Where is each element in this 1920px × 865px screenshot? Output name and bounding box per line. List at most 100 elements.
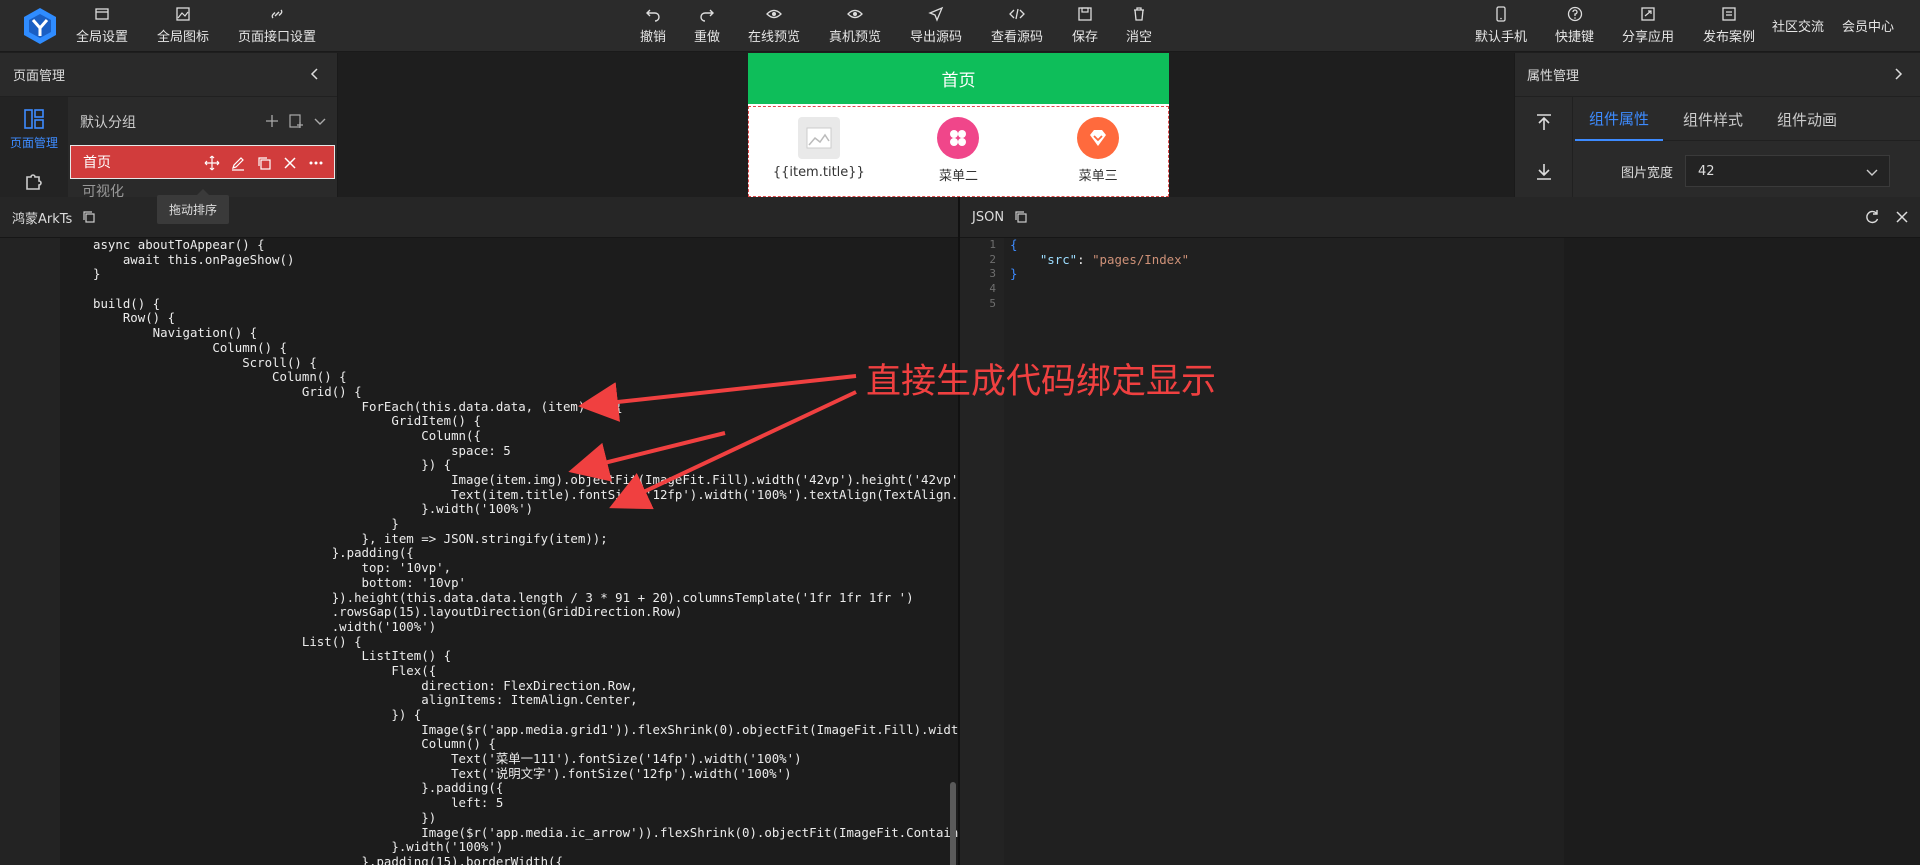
page-api-settings-button[interactable]: 页面接口设置 — [238, 6, 316, 48]
json-line: 4 — [989, 282, 1920, 297]
code-line: 156 top: '10vp', — [60, 560, 958, 576]
code-area[interactable]: 134async aboutToAppear() {135 await this… — [60, 238, 958, 865]
refresh-icon[interactable] — [1864, 209, 1880, 225]
code-line: 135 await this.onPageShow() — [60, 252, 958, 268]
json-code-area[interactable]: 1{2 "src": "pages/Index" 3} 4 5 — [989, 237, 1920, 865]
line-number-gutter — [0, 238, 60, 865]
line-number: 5 — [989, 296, 996, 310]
plus-icon[interactable] — [264, 113, 280, 129]
drag-sort-tooltip: 拖动排序 — [157, 189, 230, 224]
move-down-button[interactable] — [1515, 147, 1573, 197]
tab-component-style[interactable]: 组件样式 — [1669, 97, 1757, 141]
flower-icon — [937, 117, 980, 159]
json-text — [1004, 296, 1010, 311]
toolbar-label: 导出源码 — [910, 30, 963, 45]
code-line: 144 Grid() { — [60, 383, 958, 400]
share-app-button[interactable]: 分享应用 — [1622, 6, 1674, 48]
chevron-left-icon[interactable] — [307, 66, 323, 82]
code-text: }, item => JSON.stringify(item)); — [93, 530, 608, 546]
close-icon[interactable] — [282, 155, 298, 171]
line-number: 2 — [989, 252, 996, 266]
code-text: } — [93, 266, 101, 282]
default-phone-button[interactable]: 默认手机 — [1475, 6, 1527, 48]
grid-item[interactable]: {{item.title}} — [759, 117, 879, 196]
tab-component-props[interactable]: 组件属性 — [1575, 97, 1664, 141]
code-text: Row() { — [93, 310, 176, 326]
code-line: 134async aboutToAppear() { — [60, 238, 958, 253]
device-preview-button[interactable]: 真机预览 — [829, 6, 881, 48]
toolbar-label: 真机预览 — [829, 30, 882, 45]
edit-icon[interactable] — [230, 155, 246, 171]
copy-icon[interactable] — [1014, 210, 1028, 224]
code-text: }) — [93, 809, 437, 825]
clear-button[interactable]: 消空 — [1126, 6, 1152, 48]
redo-button[interactable]: 重做 — [694, 6, 720, 48]
add-page-icon[interactable] — [288, 113, 304, 129]
code-text: ListItem() { — [93, 648, 452, 664]
json-line: 3} — [989, 267, 1920, 282]
phone-icon — [1493, 6, 1509, 22]
code-text: }.width('100%') — [93, 839, 504, 855]
grid-item[interactable]: 菜单二 — [898, 117, 1018, 196]
toolbar-label: 分享应用 — [1622, 30, 1675, 45]
json-text: "src": "pages/Index" — [1039, 251, 1190, 267]
more-icon[interactable] — [308, 155, 324, 171]
json-editor-header: JSON — [960, 197, 1920, 238]
line-number: 3 — [989, 267, 996, 281]
page-group-default[interactable]: 默认分组 — [68, 97, 338, 147]
code-line: 166 }) { — [60, 707, 958, 723]
page-item-home[interactable]: 首页 — [70, 145, 335, 179]
code-text: }) { — [93, 707, 422, 722]
chevron-down-icon[interactable] — [312, 113, 328, 129]
global-settings-button[interactable]: 全局设置 — [76, 6, 128, 48]
community-link[interactable]: 社区交流 — [1772, 16, 1824, 35]
toolbar-label: 发布案例 — [1703, 30, 1756, 45]
rail-item-components[interactable] — [0, 161, 68, 197]
undo-button[interactable]: 撤销 — [640, 6, 666, 48]
publish-case-button[interactable]: 发布案例 — [1703, 6, 1755, 48]
code-text: Flex({ — [93, 662, 437, 678]
image-width-select[interactable]: 42 — [1685, 155, 1890, 187]
save-button[interactable]: 保存 — [1072, 6, 1098, 48]
toolbar-label: 全局图标 — [157, 30, 210, 45]
code-line: 175 }.width('100%') — [60, 839, 958, 855]
close-icon[interactable] — [1894, 209, 1910, 225]
toolbar-label: 消空 — [1126, 30, 1153, 45]
global-icons-button[interactable]: 全局图标 — [157, 6, 209, 48]
code-line: 171 }.padding({ — [60, 781, 958, 796]
link-icon — [269, 6, 285, 22]
code-text: }.width('100%') — [93, 501, 534, 517]
grid-item-label: {{item.title}} — [772, 165, 865, 180]
code-line: 165 alignItems: ItemAlign.Center, — [60, 692, 958, 708]
shortcuts-button[interactable]: 快捷键 — [1555, 6, 1594, 48]
code-line: 145 ForEach(this.data.data, (item) => { — [60, 399, 958, 415]
drag-move-icon[interactable] — [204, 155, 220, 171]
code-text: }.padding(15).borderWidth({ — [93, 853, 563, 865]
json-editor-title: JSON — [972, 209, 1005, 225]
editor-scrollbar[interactable] — [950, 782, 956, 865]
rail-item-page-manager[interactable]: 页面管理 — [0, 97, 68, 161]
code-text: Image($r('app.media.grid1')).flexShrink(… — [93, 721, 958, 737]
copy-icon[interactable] — [82, 210, 96, 224]
line-number: 1 — [989, 238, 996, 251]
code-text: Image($r('app.media.ic_arrow')).flexShri… — [93, 824, 958, 840]
tab-component-animation[interactable]: 组件动画 — [1763, 97, 1851, 141]
code-text: }).height(this.data.data.length / 3 * 91… — [93, 589, 914, 605]
toolbar-label: 查看源码 — [991, 30, 1044, 45]
phone-grid[interactable]: {{item.title}} 菜单二 菜单三 — [748, 106, 1169, 197]
export-source-button[interactable]: 导出源码 — [910, 6, 962, 48]
online-preview-button[interactable]: 在线预览 — [748, 6, 800, 48]
code-line: 143 Column() { — [60, 369, 958, 385]
property-rail — [1515, 97, 1573, 197]
member-center-link[interactable]: 会员中心 — [1842, 16, 1894, 35]
code-line: 149 }) { — [60, 457, 958, 473]
code-text: } — [93, 516, 399, 532]
copy-icon[interactable] — [256, 155, 272, 171]
chevron-right-icon[interactable] — [1890, 66, 1906, 82]
code-text: Grid() { — [93, 383, 362, 399]
grid-item[interactable]: 菜单三 — [1038, 117, 1158, 196]
code-line: 155 }.padding({ — [60, 546, 958, 561]
move-top-button[interactable] — [1515, 97, 1573, 147]
view-source-button[interactable]: 查看源码 — [991, 6, 1043, 48]
page-item-actions — [204, 155, 324, 171]
